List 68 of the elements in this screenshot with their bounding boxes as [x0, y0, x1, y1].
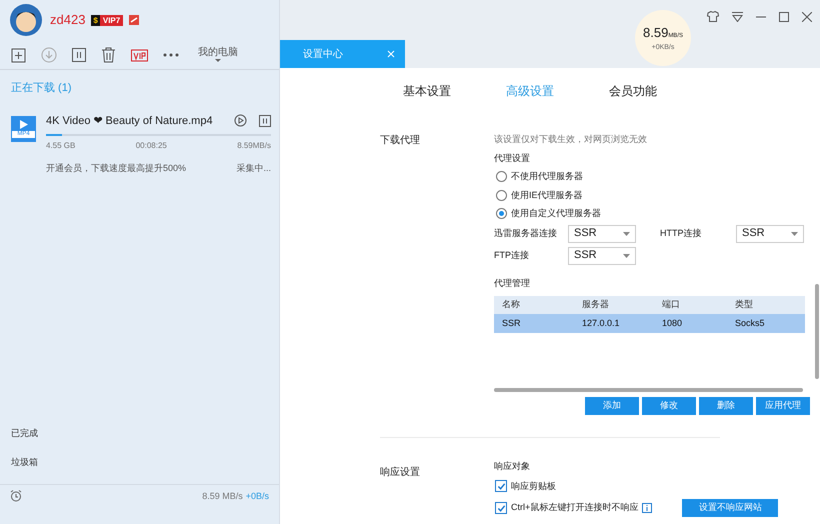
group-label: 代理管理 — [494, 276, 531, 290]
pause-icon[interactable] — [259, 114, 271, 127]
dropdown[interactable]: SSR — [568, 246, 636, 264]
radio-button[interactable] — [496, 190, 507, 201]
checkbox-label[interactable]: Ctrl+鼠标左键打开连接时不响应 — [511, 501, 638, 515]
pause-icon[interactable] — [72, 48, 86, 62]
close-icon[interactable] — [802, 12, 812, 22]
caret-icon — [623, 254, 630, 258]
column-header: 端口 — [662, 298, 681, 312]
promo-text[interactable]: 开通会员，下载速度最高提升500% — [46, 162, 186, 176]
location-dropdown[interactable]: 我的电脑 — [198, 47, 238, 62]
vip-icon[interactable] — [131, 48, 148, 62]
sidebar-item[interactable]: 垃圾箱 — [11, 456, 279, 469]
file-size: 4.55 GB — [46, 140, 76, 152]
flag-icon — [129, 15, 140, 25]
table-cell-text: 127.0.0.1 — [582, 316, 621, 330]
radio-button[interactable] — [496, 171, 507, 182]
table-cell-text: 1080 — [662, 316, 684, 330]
minimize-icon[interactable] — [756, 16, 766, 18]
radio-label[interactable]: 使用自定义代理服务器 — [511, 207, 601, 220]
radio-button[interactable] — [496, 208, 507, 220]
settings-tab[interactable]: 会员功能 — [609, 82, 657, 100]
maximize-icon[interactable] — [779, 12, 789, 22]
download-speed: 8.59MB/s — [237, 140, 271, 152]
section-label: 响应设置 — [380, 466, 421, 480]
trash-icon[interactable] — [101, 46, 116, 62]
info-icon[interactable] — [642, 503, 652, 513]
scrollbar[interactable] — [815, 284, 819, 379]
sidebar-item[interactable]: 已完成 — [11, 427, 279, 440]
total-speed: 8.59 MB/s — [202, 490, 243, 503]
table-cell-text: SSR — [502, 316, 522, 330]
field-label: 迅雷服务器连接 — [494, 226, 558, 240]
column-header: 服务器 — [582, 298, 610, 312]
caret-icon — [791, 232, 798, 236]
task-status: 采集中... — [236, 162, 271, 175]
field-label: HTTP连接 — [660, 226, 702, 240]
play-icon[interactable] — [234, 114, 247, 128]
field-label: FTP连接 — [494, 248, 530, 262]
checkbox[interactable] — [495, 480, 507, 492]
dropdown[interactable]: SSR — [736, 224, 804, 242]
dropdown-icon[interactable] — [732, 12, 743, 22]
radio-label[interactable]: 不使用代理服务器 — [511, 170, 583, 184]
checkbox-label[interactable]: 响应剪贴板 — [511, 480, 556, 493]
checkbox[interactable] — [495, 502, 507, 514]
group-label: 响应对象 — [494, 460, 531, 473]
horizontal-scrollbar[interactable] — [494, 388, 803, 392]
caret-icon — [215, 59, 221, 62]
elapsed-time: 00:08:25 — [136, 140, 167, 152]
speed-value: 8.59 — [643, 24, 668, 42]
shirt-icon[interactable] — [707, 11, 719, 22]
upload-speed: +0B/s — [246, 490, 269, 503]
table-cell-text: Socks5 — [735, 316, 766, 330]
group-label: 代理设置 — [494, 152, 531, 164]
column-header: 名称 — [502, 298, 521, 312]
alarm-clock-icon[interactable] — [10, 490, 22, 502]
column-header: 类型 — [735, 298, 754, 312]
settings-tab[interactable]: 基本设置 — [403, 82, 451, 100]
user-name[interactable]: zd423 — [50, 10, 86, 30]
add-icon[interactable] — [10, 46, 26, 62]
note-text: 该设置仅对下载生效，对网页浏览无效 — [494, 133, 647, 146]
file-name: 4K Video ❤ Beauty of Nature.mp4 — [46, 114, 214, 128]
table-row[interactable]: SSR 127.0.0.1 1080 Socks5 — [494, 314, 805, 333]
avatar-icon — [10, 4, 42, 36]
more-icon[interactable] — [163, 52, 179, 56]
caret-icon — [623, 232, 630, 236]
section-label: 下载代理 — [380, 134, 421, 148]
radio-label[interactable]: 使用IE代理服务器 — [511, 188, 583, 202]
dropdown[interactable]: SSR — [568, 224, 636, 242]
